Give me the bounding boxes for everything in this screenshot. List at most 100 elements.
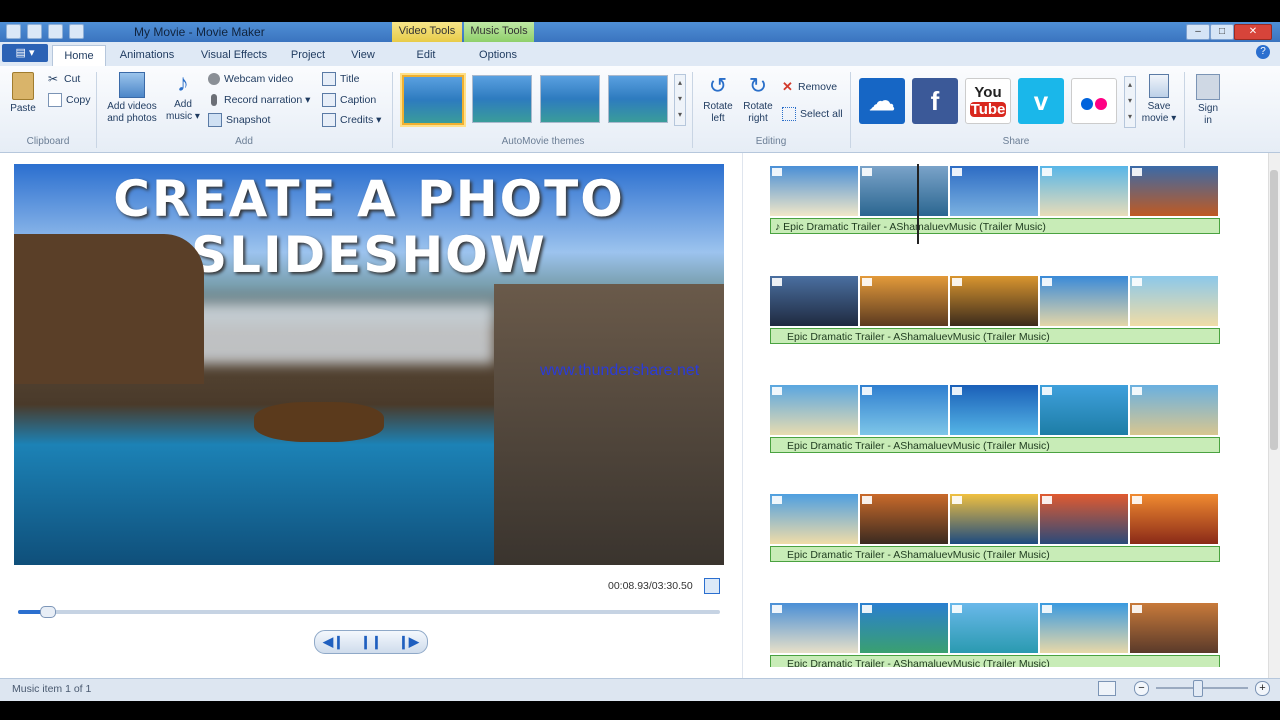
tab-project[interactable]: Project [282,45,334,65]
photo-clip[interactable] [950,603,1038,653]
copy-button[interactable]: Copy [48,92,91,108]
photo-clip[interactable] [950,166,1038,216]
photo-clip[interactable] [1130,603,1218,653]
music-track[interactable]: Epic Dramatic Trailer - AShamaluevMusic … [770,437,1220,453]
rotate-left-button[interactable]: ↺ Rotate left [698,74,738,125]
pause-icon[interactable]: ❙❙ [360,634,382,650]
transition-icon [862,496,872,504]
select-all-button[interactable]: Select all [782,106,843,122]
themes-gallery-more[interactable]: ▴ ▾ ▾ [674,74,686,126]
photo-clip[interactable] [1130,166,1218,216]
help-icon[interactable]: ? [1256,45,1270,59]
fullscreen-button[interactable] [704,578,720,594]
zoom-slider-thumb[interactable] [1193,680,1203,697]
photo-clip[interactable] [860,385,948,435]
music-track[interactable]: Epic Dramatic Trailer - AShamaluevMusic … [770,546,1220,562]
zoom-out-icon[interactable]: − [1134,681,1149,696]
photo-clip[interactable] [770,166,858,216]
tab-edit[interactable]: Edit [400,45,452,65]
minimize-button[interactable]: – [1186,24,1210,40]
photo-clip[interactable] [1040,385,1128,435]
paste-button[interactable]: Paste [6,72,40,115]
thumbnail-size-icon[interactable] [1098,681,1116,696]
undo-icon[interactable] [27,24,42,39]
onedrive-icon[interactable]: ☁ [859,78,905,124]
photo-clip[interactable] [770,603,858,653]
seek-thumb[interactable] [40,606,56,618]
snapshot-icon [208,113,222,127]
webcam-video-button[interactable]: Webcam video [208,71,293,87]
playhead[interactable] [917,164,919,244]
scrollbar-thumb[interactable] [1270,170,1278,450]
storyboard-row: Epic Dramatic Trailer - AShamaluevMusic … [770,603,1222,667]
transition-icon [1132,496,1142,504]
file-menu-button[interactable]: ▤ ▾ [2,44,48,62]
photo-clip[interactable] [950,276,1038,326]
tab-options[interactable]: Options [470,45,526,65]
photo-clip[interactable] [1130,385,1218,435]
tab-home[interactable]: Home [52,45,106,68]
photo-clip[interactable] [1130,494,1218,544]
music-track[interactable]: Epic Dramatic Trailer - AShamaluevMusic … [770,328,1220,344]
photo-clip[interactable] [860,276,948,326]
snapshot-label: Snapshot [226,114,271,126]
redo-icon[interactable] [48,24,63,39]
next-frame-icon[interactable]: ❙▶ [398,634,419,650]
tab-view[interactable]: View [340,45,386,65]
transition-icon [1132,168,1142,176]
preview-title-line1: CREATE A PHOTO [113,170,625,228]
seek-bar[interactable] [18,610,720,614]
tab-visual-effects[interactable]: Visual Effects [192,45,276,65]
music-track[interactable]: ♪ Epic Dramatic Trailer - AShamaluevMusi… [770,218,1220,234]
theme-default[interactable] [402,75,464,125]
photo-clip[interactable] [950,494,1038,544]
sign-in-button[interactable]: Sign in [1190,74,1226,127]
facebook-icon[interactable]: f [912,78,958,124]
customize-qat-icon[interactable] [69,24,84,39]
photo-clip[interactable] [1040,166,1128,216]
credits-button[interactable]: Credits ▾ [322,112,381,128]
maximize-button[interactable]: □ [1210,24,1234,40]
previous-frame-icon[interactable]: ◀❙ [323,634,344,650]
vimeo-icon[interactable]: v [1018,78,1064,124]
save-movie-button[interactable]: Save movie ▾ [1140,74,1178,125]
tab-animations[interactable]: Animations [110,45,184,65]
transition-icon [1042,168,1052,176]
add-music-button[interactable]: ♪ Add music ▾ [164,72,202,123]
zoom-in-icon[interactable]: + [1255,681,1270,696]
pane-divider[interactable] [742,153,743,678]
add-music-label-2: music ▾ [166,111,200,122]
transition-icon [952,605,962,613]
photo-clip[interactable] [1130,276,1218,326]
photo-clip[interactable] [860,166,948,216]
photo-clip[interactable] [950,385,1038,435]
photo-clip[interactable] [770,494,858,544]
photo-clip[interactable] [860,494,948,544]
cut-button[interactable]: ✂ Cut [48,71,80,87]
add-videos-photos-button[interactable]: Add videos and photos [102,72,162,125]
theme-fade[interactable] [608,75,668,123]
left-cliff [14,234,204,384]
music-track[interactable]: Epic Dramatic Trailer - AShamaluevMusic … [770,655,1220,667]
photo-clip[interactable] [770,276,858,326]
photo-clip[interactable] [1040,494,1128,544]
theme-contemporary[interactable] [472,75,532,123]
share-gallery-more[interactable]: ▴ ▾ ▾ [1124,76,1136,128]
theme-cinematic[interactable] [540,75,600,123]
record-narration-button[interactable]: Record narration ▾ [208,92,310,108]
transition-icon [772,387,782,395]
title-button[interactable]: Title [322,71,359,87]
close-button[interactable]: ✕ [1234,24,1272,40]
copy-icon [48,93,62,107]
photo-clip[interactable] [1040,603,1128,653]
photo-clip[interactable] [770,385,858,435]
save-icon[interactable] [6,24,21,39]
caption-button[interactable]: Caption [322,92,376,108]
snapshot-button[interactable]: Snapshot [208,112,270,128]
photo-clip[interactable] [1040,276,1128,326]
flickr-icon[interactable] [1071,78,1117,124]
youtube-icon[interactable]: You Tube [965,78,1011,124]
photo-clip[interactable] [860,603,948,653]
rotate-right-button[interactable]: ↻ Rotate right [738,74,778,125]
remove-button[interactable]: ✕ Remove [782,79,837,95]
